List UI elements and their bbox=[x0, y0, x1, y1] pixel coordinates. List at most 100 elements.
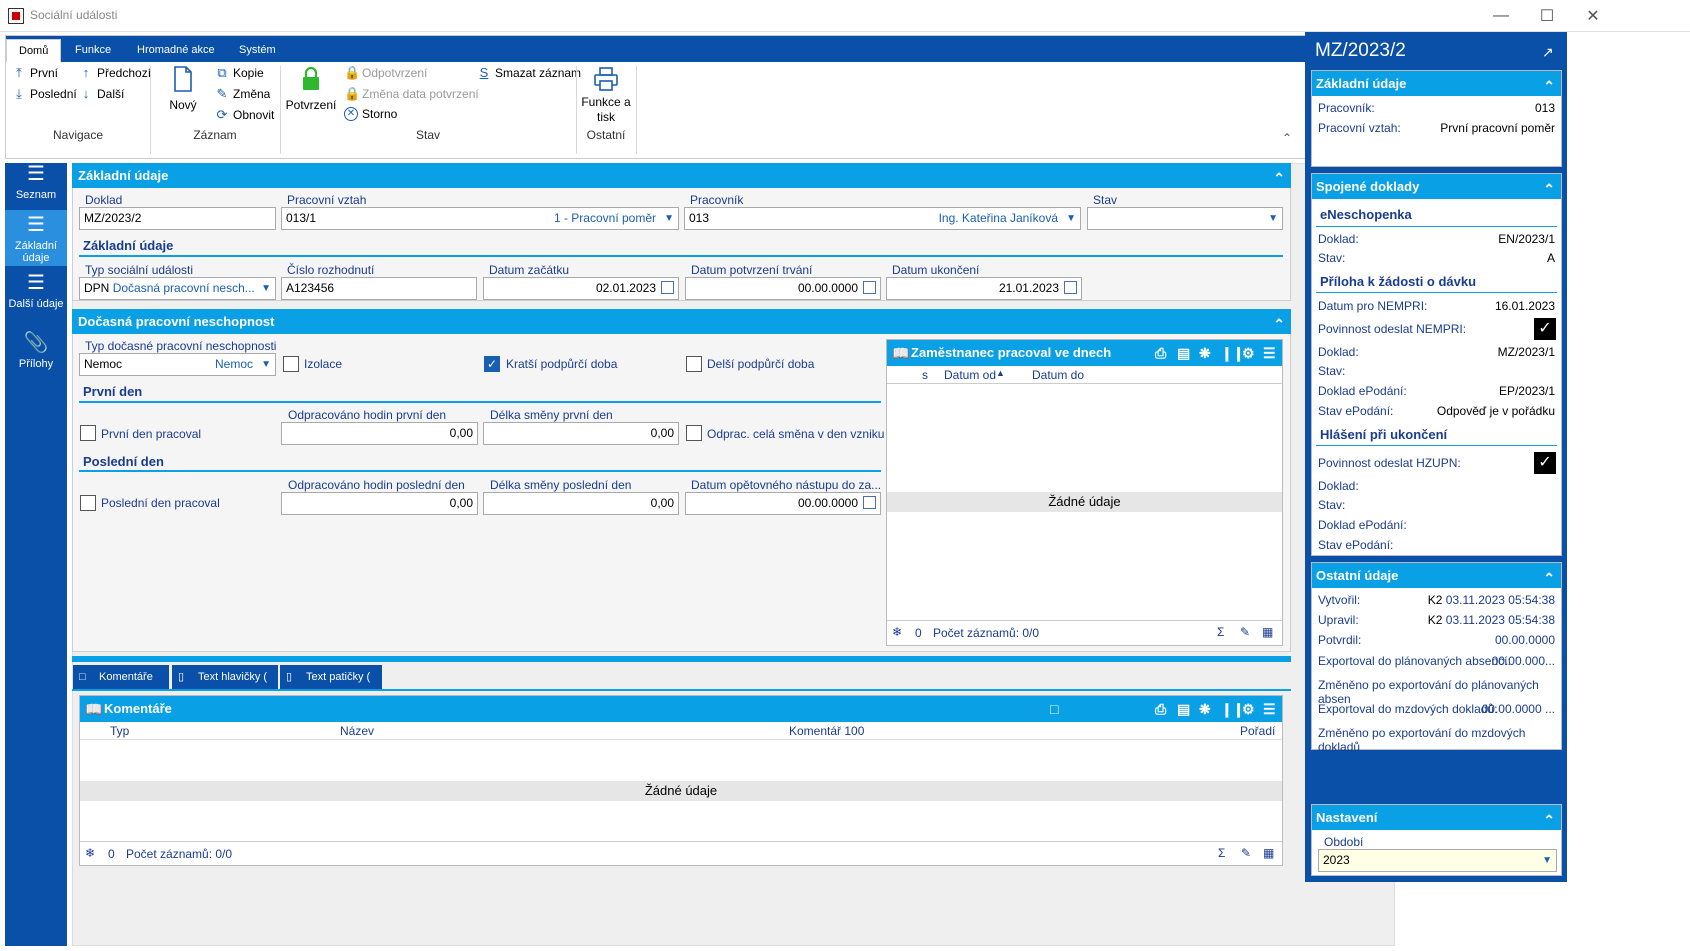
calendar-icon[interactable] bbox=[661, 281, 674, 294]
chart-icon[interactable]: ▤ bbox=[1177, 340, 1190, 366]
settings-icon[interactable]: ⚙ bbox=[1242, 696, 1255, 722]
pracovni-vztah-field[interactable]: 013/1 1 - Pracovní poměr ▼ bbox=[281, 207, 679, 230]
settings-icon[interactable]: ⚙ bbox=[1242, 340, 1255, 366]
minimize-button[interactable]: — bbox=[1478, 0, 1524, 32]
dropdown-icon[interactable]: ▼ bbox=[664, 208, 674, 229]
calendar-icon[interactable] bbox=[1064, 281, 1077, 294]
functions-print-button[interactable]: Funkce a tisk bbox=[578, 66, 634, 125]
sum-icon[interactable]: Σ bbox=[1217, 625, 1224, 639]
new-button[interactable]: Nový bbox=[166, 66, 200, 113]
columns-icon[interactable]: ❙❙ bbox=[1221, 340, 1244, 366]
calendar-grid-icon[interactable]: ▦ bbox=[1263, 846, 1274, 860]
column-header[interactable]: s bbox=[922, 368, 928, 382]
column-header[interactable]: Pořadí bbox=[1240, 724, 1275, 738]
copy-button[interactable]: ⧉ Kopie bbox=[215, 65, 263, 81]
prvni-den-pracoval-checkbox[interactable] bbox=[80, 425, 96, 441]
close-button[interactable]: ✕ bbox=[1570, 0, 1616, 32]
print-icon[interactable]: ⎙ bbox=[1155, 340, 1166, 366]
snowflake-icon[interactable]: ❄ bbox=[892, 625, 902, 639]
column-header[interactable]: Komentář 100 bbox=[789, 724, 864, 738]
confirm-button[interactable]: Potvrzení bbox=[286, 66, 336, 113]
stav-field[interactable]: ▼ bbox=[1087, 207, 1283, 230]
delete-record-button[interactable]: S Smazat záznam bbox=[477, 65, 581, 80]
delka-smeny-posledni-field[interactable]: 0,00 bbox=[483, 492, 679, 515]
datum-navratu-field[interactable]: 00.00.0000 bbox=[685, 492, 881, 515]
collapse-ribbon-icon[interactable]: ⌃ bbox=[1282, 131, 1292, 145]
collapse-icon[interactable]: ⌃ bbox=[1543, 177, 1555, 202]
collapse-icon[interactable]: ⌃ bbox=[1543, 566, 1555, 591]
column-header[interactable]: Datum do bbox=[1032, 368, 1084, 382]
pracovnik-field[interactable]: 013 Ing. Kateřina Janíková ▼ bbox=[684, 207, 1081, 230]
change-confirm-date-button[interactable]: 🔒 Změna data potvrzení bbox=[344, 86, 479, 102]
dropdown-icon[interactable]: ▼ bbox=[261, 354, 271, 375]
cela-smena-checkbox[interactable] bbox=[686, 425, 702, 441]
columns-icon[interactable]: ❙❙ bbox=[1221, 696, 1244, 722]
kratsi-podpurci-doba-checkbox[interactable]: ✓ bbox=[484, 356, 500, 372]
calendar-icon[interactable] bbox=[863, 281, 876, 294]
doklad-field[interactable]: MZ/2023/2 bbox=[79, 207, 276, 230]
typ-dpn-field[interactable]: Nemoc Nemoc ▼ bbox=[79, 353, 276, 376]
collapse-icon[interactable]: ⌃ bbox=[1543, 74, 1555, 99]
odpracovano-prvni-field[interactable]: 0,00 bbox=[281, 422, 478, 445]
snowflake-icon[interactable]: ❄ bbox=[85, 846, 95, 860]
sum-icon[interactable]: Σ bbox=[1218, 846, 1225, 860]
menu-icon[interactable]: ☰ bbox=[1263, 340, 1276, 366]
column-header[interactable]: Datum od bbox=[944, 368, 996, 382]
chart-icon[interactable]: ▤ bbox=[1177, 696, 1190, 722]
last-button[interactable]: ⤓ Poslední bbox=[12, 86, 77, 102]
subsection-prvni-den: První den bbox=[83, 384, 143, 399]
next-button[interactable]: ↓ Další bbox=[79, 86, 125, 101]
odpracovano-posledni-field[interactable]: 0,00 bbox=[281, 492, 478, 515]
delka-smeny-prvni-field[interactable]: 0,00 bbox=[483, 422, 679, 445]
delsi-podpurci-doba-checkbox[interactable] bbox=[686, 356, 702, 372]
refresh-button[interactable]: ⟳ Obnovit bbox=[215, 107, 275, 123]
cislo-rozhodnuti-field[interactable]: A123456 bbox=[281, 277, 477, 300]
filter-icon[interactable]: ❋ bbox=[1199, 696, 1211, 722]
popout-icon[interactable]: ↗ bbox=[1542, 44, 1554, 61]
first-button[interactable]: ⤒ První bbox=[12, 65, 58, 81]
zmeneno-mzdy-row: Změněno po exportování do mzdových dokla… bbox=[1318, 726, 1526, 754]
edit-icon[interactable]: ✎ bbox=[1241, 846, 1251, 860]
tab-text-paticky[interactable]: ▯Text patičky ( ) bbox=[280, 665, 382, 707]
tab-hromadne-akce[interactable]: Hromadné akce bbox=[125, 39, 227, 62]
dropdown-icon[interactable]: ▼ bbox=[1268, 208, 1278, 229]
posledni-den-pracoval-checkbox[interactable] bbox=[80, 495, 96, 511]
tab-text-hlavicky[interactable]: ▯Text hlavičky ( ) bbox=[172, 665, 278, 707]
column-header[interactable]: Typ bbox=[110, 724, 129, 738]
edit-icon[interactable]: ✎ bbox=[1240, 625, 1250, 639]
nav-seznam[interactable]: ☰ Seznam bbox=[5, 163, 67, 209]
dropdown-icon[interactable]: ▼ bbox=[1066, 208, 1076, 229]
povinnost-nempri-checkbox[interactable]: ✓ bbox=[1534, 318, 1556, 340]
collapse-icon[interactable]: ⌃ bbox=[1543, 808, 1555, 833]
tab-funkce[interactable]: Funkce bbox=[63, 39, 123, 62]
unconfirm-button[interactable]: 🔒 Odpotvrzení bbox=[344, 65, 427, 81]
previous-button[interactable]: ↑ Předchozí bbox=[79, 65, 151, 80]
datum-ukonceni-field[interactable]: 21.01.2023 bbox=[886, 277, 1082, 300]
print-icon[interactable]: ⎙ bbox=[1155, 696, 1166, 722]
izolace-checkbox[interactable] bbox=[283, 356, 299, 372]
grid-pracoval-ve-dnech: 📖 Zaměstnanec pracoval ve dnech ⎙ ▤ ❋ ❙❙… bbox=[886, 339, 1283, 646]
dropdown-icon[interactable]: ▼ bbox=[261, 278, 271, 299]
datum-potvrzeni-field[interactable]: 00.00.0000 bbox=[685, 277, 881, 300]
column-header[interactable]: Název bbox=[340, 724, 374, 738]
maximize-button[interactable]: ☐ bbox=[1524, 0, 1570, 32]
splitter[interactable] bbox=[72, 656, 1291, 662]
typ-udalosti-field[interactable]: DPN Dočasná pracovní nesch... ▼ bbox=[79, 277, 276, 300]
change-button[interactable]: ✎ Změna bbox=[215, 86, 271, 102]
tab-komentare[interactable]: □Komentáře (0) bbox=[73, 665, 169, 707]
nav-zakladni-udaje[interactable]: ☰ Základní údaje bbox=[5, 210, 67, 266]
filter-icon[interactable]: ❋ bbox=[1199, 340, 1211, 366]
nav-dalsi-udaje[interactable]: ☰ Další údaje bbox=[5, 268, 67, 324]
calendar-icon[interactable] bbox=[863, 496, 876, 509]
datum-zacatku-field[interactable]: 02.01.2023 bbox=[483, 277, 679, 300]
dropdown-icon[interactable]: ▼ bbox=[1542, 850, 1552, 871]
obdobi-field[interactable]: 2023 ▼ bbox=[1318, 849, 1557, 872]
tab-system[interactable]: Systém bbox=[227, 39, 288, 62]
tab-domu[interactable]: Domů bbox=[6, 39, 62, 62]
menu-icon[interactable]: ☰ bbox=[1263, 696, 1276, 722]
cancel-button[interactable]: ✕ Storno bbox=[344, 107, 397, 121]
calendar-grid-icon[interactable]: ▦ bbox=[1262, 625, 1273, 639]
nav-prilohy[interactable]: 📎 Přílohy bbox=[5, 328, 67, 374]
povinnost-hzupn-checkbox[interactable]: ✓ bbox=[1534, 452, 1556, 474]
new-document-icon[interactable]: □ bbox=[1050, 696, 1058, 722]
